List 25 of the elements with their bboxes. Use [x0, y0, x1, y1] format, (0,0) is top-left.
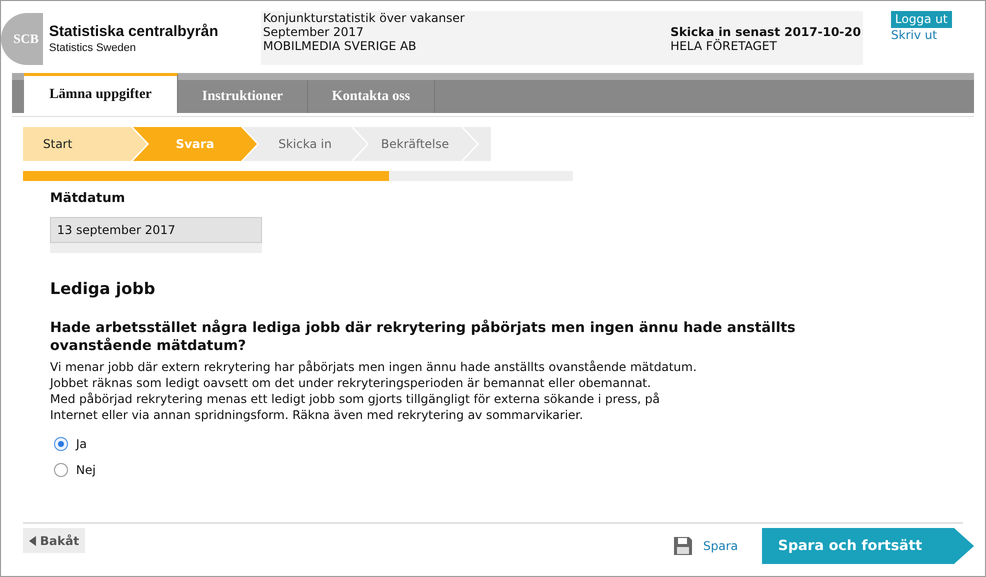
scope: HELA FÖRETAGET: [670, 39, 778, 53]
question-text: Hade arbetsstället några lediga jobb där rekrytering påbörjats men ingen ännu hade anställts ovanstående mätdatum?: [50, 318, 797, 354]
org-name-english: Statistics Sweden: [49, 42, 137, 56]
save-button[interactable]: Spara: [673, 536, 738, 556]
help-paragraph: Vi menar jobb där extern rekrytering har påbörjats men ingen ännu hade anställts ovanstående mätdatum. Jobbet räknas som ledigt oavsett om det under rekryteringsperioden är bemannat eller obemannat.: [50, 358, 698, 390]
org-name: Statistiska centralbyrån: [49, 22, 218, 42]
save-continue-button[interactable]: Spara och fortsätt: [762, 528, 974, 564]
radio-option[interactable]: Ja: [54, 434, 87, 452]
radio-button[interactable]: [54, 436, 68, 450]
field-label: Mätdatum: [50, 190, 126, 208]
logout-button[interactable]: Logga ut: [891, 11, 952, 28]
print-link[interactable]: Skriv ut: [891, 28, 938, 42]
date-field: 13 september 2017: [50, 216, 262, 252]
back-arrow-icon: [29, 536, 36, 546]
tab[interactable]: Lämna uppgifter: [24, 73, 178, 113]
deadline: Skicka in senast 2017-10-20: [670, 25, 861, 39]
company-name: MOBILMEDIA SVERIGE AB: [263, 39, 418, 53]
survey-name: Konjunkturstatistik över vakanser: [263, 11, 465, 25]
logo-mark: SCB: [1, 13, 43, 65]
radio-option[interactable]: Nej: [54, 460, 96, 478]
survey-period: September 2017: [263, 25, 365, 39]
section-title: Lediga jobb: [50, 278, 156, 300]
back-button[interactable]: Bakåt: [23, 528, 86, 553]
help-paragraph: Med påbörjad rekrytering menas ett ledigt jobb som gjorts tillgängligt för externa sökande i press, på Internet eller via annan spridningsform. Räkna även med rekrytering av sommarvikarier.: [50, 390, 661, 422]
radio-button[interactable]: [54, 462, 68, 476]
